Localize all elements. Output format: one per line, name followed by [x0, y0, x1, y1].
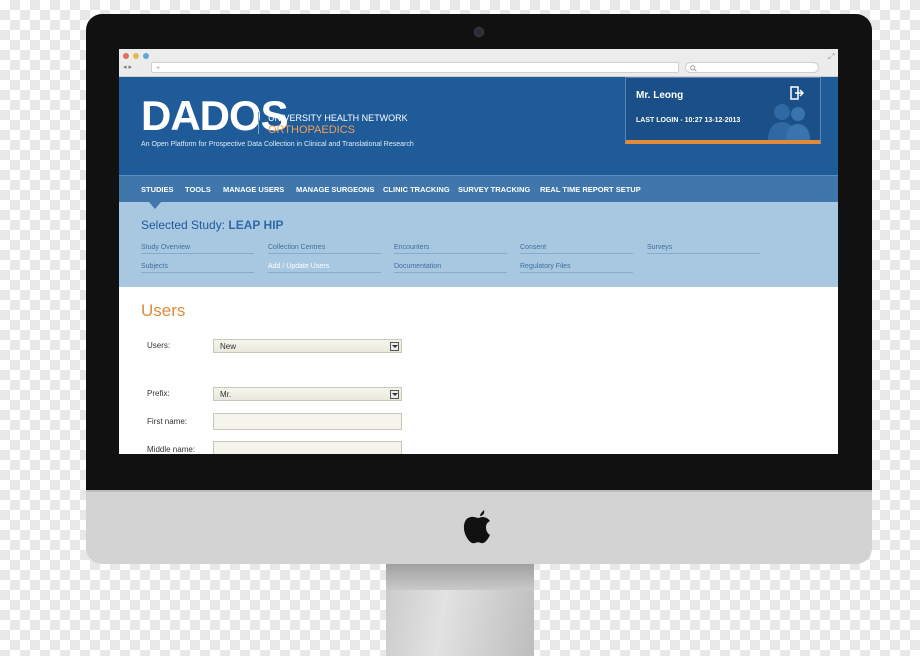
link-encounters[interactable]: Encounters: [394, 244, 507, 254]
app-logo[interactable]: DADOS: [141, 95, 289, 137]
link-add-update-users[interactable]: Add / Update Users: [268, 263, 381, 273]
back-forward-buttons[interactable]: ◂ ▸: [123, 63, 132, 71]
user-panel: Mr. Leong LAST LOGIN - 10:27 13-12-2013: [625, 77, 821, 144]
link-consent[interactable]: Consent: [520, 244, 633, 254]
logout-icon[interactable]: [790, 86, 804, 100]
link-documentation[interactable]: Documentation: [394, 263, 507, 273]
first-name-field[interactable]: [213, 413, 402, 430]
user-name[interactable]: Mr. Leong: [636, 90, 683, 101]
chevron-down-icon[interactable]: [390, 342, 399, 351]
menu-survey-tracking[interactable]: SURVEY TRACKING: [458, 185, 530, 194]
middle-name-field[interactable]: [213, 441, 402, 454]
menu-real-time-report-setup[interactable]: REAL TIME REPORT SETUP: [540, 185, 641, 194]
search-icon: [690, 65, 697, 72]
department-name: ORTHOPAEDICS: [268, 124, 355, 136]
menu-clinic-tracking[interactable]: CLINIC TRACKING: [383, 185, 450, 194]
menu-manage-users[interactable]: MANAGE USERS: [223, 185, 284, 194]
chevron-down-icon[interactable]: [390, 390, 399, 399]
apple-logo-icon: [463, 510, 490, 544]
study-panel: Selected Study: LEAP HIP Study Overview …: [119, 202, 838, 287]
prefix-select[interactable]: Mr.: [213, 387, 402, 401]
selected-study: Selected Study: LEAP HIP: [141, 218, 284, 232]
link-study-overview[interactable]: Study Overview: [141, 244, 254, 254]
camera-icon: [474, 27, 484, 37]
users-select-value: New: [220, 342, 237, 351]
first-name-label: First name:: [147, 417, 188, 426]
menu-studies[interactable]: STUDIES: [141, 185, 174, 194]
selected-study-name[interactable]: LEAP HIP: [228, 218, 283, 232]
link-surveys[interactable]: Surveys: [647, 244, 760, 254]
menu-tools[interactable]: TOOLS: [185, 185, 211, 194]
main-menu: STUDIES TOOLS MANAGE USERS MANAGE SURGEO…: [119, 175, 838, 203]
menu-active-pointer: [149, 202, 161, 209]
browser-chrome: ◂ ▸ + ⤢: [119, 49, 838, 77]
users-label: Users:: [147, 341, 171, 350]
address-bar[interactable]: +: [151, 62, 679, 73]
fullscreen-icon[interactable]: ⤢: [828, 52, 834, 62]
logo-divider: [258, 112, 259, 134]
org-name: UNIVERSITY HEALTH NETWORK: [268, 113, 408, 123]
users-form: Users Users: New Prefix: Mr. First name:…: [119, 287, 838, 454]
minimize-dot-icon[interactable]: [133, 53, 139, 59]
prefix-label: Prefix:: [147, 389, 170, 398]
selected-study-label: Selected Study:: [141, 218, 226, 232]
page-title: Users: [141, 301, 186, 320]
users-silhouette-icon: [768, 104, 810, 140]
browser-window: ◂ ▸ + ⤢ DADOS UNIVERSITY HEALTH NETWORK …: [119, 49, 838, 454]
close-dot-icon[interactable]: [123, 53, 129, 59]
users-select[interactable]: New: [213, 339, 402, 353]
stand-shadow: [386, 560, 534, 590]
maximize-dot-icon[interactable]: [143, 53, 149, 59]
link-collection-centres[interactable]: Collection Centres: [268, 244, 381, 254]
prefix-select-value: Mr.: [220, 390, 232, 399]
browser-search-input[interactable]: [685, 62, 819, 73]
app-tagline: An Open Platform for Prospective Data Co…: [141, 141, 414, 148]
link-regulatory-files[interactable]: Regulatory Files: [520, 263, 633, 273]
menu-manage-surgeons[interactable]: MANAGE SURGEONS: [296, 185, 374, 194]
last-login: LAST LOGIN - 10:27 13-12-2013: [636, 117, 741, 124]
app-header: DADOS UNIVERSITY HEALTH NETWORK ORTHOPAE…: [119, 77, 838, 175]
middle-name-label: Middle name:: [147, 445, 196, 454]
link-subjects[interactable]: Subjects: [141, 263, 254, 273]
